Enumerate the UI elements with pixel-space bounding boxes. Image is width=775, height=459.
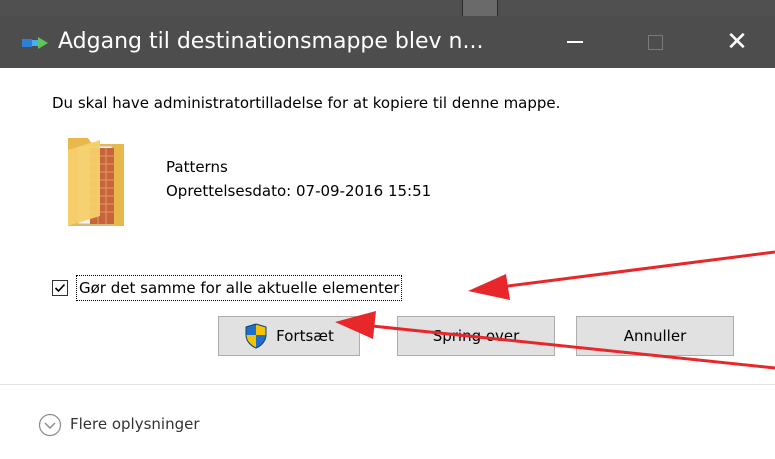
- permission-message: Du skal have administratortilladelse for…: [52, 94, 561, 112]
- more-info-link[interactable]: Flere oplysninger: [70, 413, 200, 435]
- maximize-icon: [647, 34, 663, 50]
- continue-label: Fortsæt: [276, 327, 334, 345]
- copy-dialog-icon: [22, 37, 48, 49]
- file-name: Patterns: [166, 158, 228, 176]
- maximize-button: [621, 16, 689, 68]
- title-bar[interactable]: Adgang til destinationsmappe blev n... ✕: [0, 16, 775, 68]
- cancel-label: Annuller: [623, 327, 687, 345]
- checkmark-icon: [54, 283, 66, 293]
- window-title: Adgang til destinationsmappe blev n...: [58, 29, 484, 54]
- minimize-icon: [567, 41, 583, 43]
- same-for-all-checkbox[interactable]: [52, 280, 68, 296]
- uac-shield-icon: [245, 323, 267, 349]
- same-for-all-label[interactable]: Gør det samme for alle aktuelle elemente…: [76, 275, 403, 301]
- folder-icon: [68, 138, 124, 226]
- chevron-down-circle-icon[interactable]: [38, 413, 62, 437]
- minimize-button[interactable]: [541, 16, 609, 68]
- skip-label: Spring over: [432, 327, 520, 345]
- arrow-to-checkbox-label: [468, 250, 775, 300]
- close-button[interactable]: ✕: [703, 16, 771, 68]
- close-icon: ✕: [726, 27, 748, 57]
- background-window-strip: [0, 0, 775, 16]
- screen: Adgang til destinationsmappe blev n... ✕…: [0, 0, 775, 459]
- skip-button[interactable]: Spring over: [397, 316, 555, 356]
- cancel-button[interactable]: Annuller: [576, 316, 734, 356]
- footer-separator: [0, 384, 775, 385]
- file-date: Oprettelsesdato: 07-09-2016 15:51: [166, 182, 432, 200]
- continue-button[interactable]: Fortsæt: [218, 316, 360, 356]
